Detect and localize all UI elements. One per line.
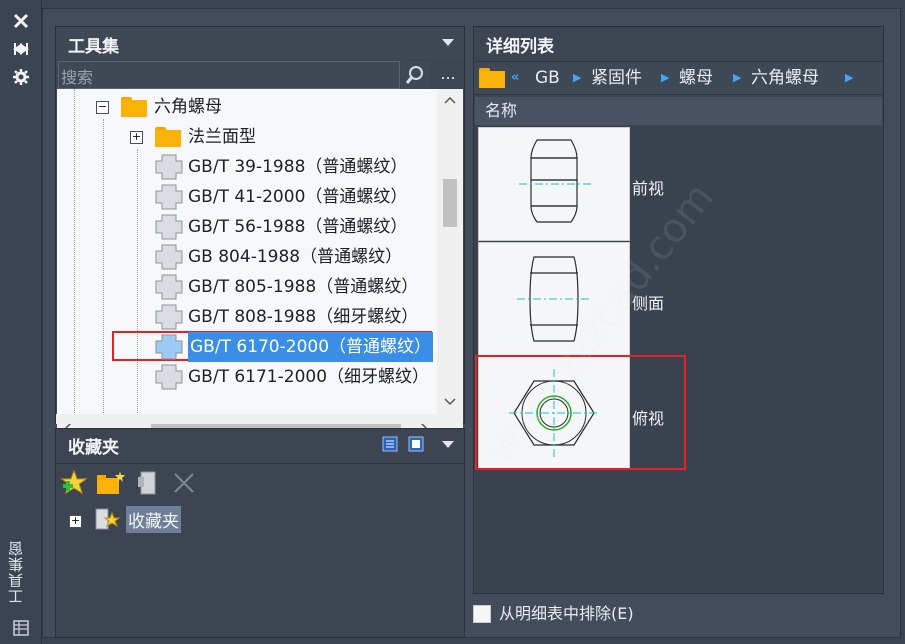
tree-tool-item[interactable] xyxy=(0,182,1,212)
preview-view-icon[interactable] xyxy=(408,436,424,452)
breadcrumb-item[interactable]: 六角螺母 xyxy=(751,62,819,94)
favorites-folder-icon xyxy=(95,508,121,530)
view-thumbnail-front[interactable] xyxy=(478,127,630,241)
bolt-tool-icon xyxy=(155,274,183,300)
folder-icon xyxy=(479,68,505,88)
tree-tool-item[interactable] xyxy=(0,152,1,182)
breadcrumb-item[interactable]: 螺母 xyxy=(679,62,713,94)
search-icon xyxy=(405,66,423,84)
folder-icon xyxy=(121,97,147,117)
scroll-up-icon xyxy=(444,96,456,104)
new-folder-icon[interactable] xyxy=(96,469,126,497)
palette-properties-icon[interactable] xyxy=(12,620,30,636)
bolt-tool-icon xyxy=(155,244,183,270)
pin-icon[interactable] xyxy=(12,40,30,58)
breadcrumb-separator-icon[interactable]: ▶ xyxy=(661,62,669,94)
exclude-label: 从明细表中排除(E) xyxy=(499,604,634,623)
tree-item-label[interactable]: GB/T 56-1988（普通螺纹） xyxy=(188,212,407,242)
tree-tool-item[interactable] xyxy=(0,242,1,272)
tree-folder-item[interactable] xyxy=(0,122,1,152)
bolt-tool-icon xyxy=(155,364,183,390)
palette-side-strip: 工具集窗 xyxy=(0,0,42,644)
bolt-tool-icon xyxy=(155,334,183,360)
breadcrumb-item[interactable]: 紧固件 xyxy=(591,62,642,94)
detail-list-title: 详细列表 xyxy=(486,37,554,57)
bolt-tool-icon xyxy=(155,214,183,240)
chevron-down-icon[interactable] xyxy=(442,39,454,46)
tool-palette-title: 工具集 xyxy=(68,37,119,57)
exclude-checkbox[interactable] xyxy=(473,605,491,623)
tree-item-label[interactable]: 法兰面型 xyxy=(188,122,256,152)
delete-source-icon[interactable] xyxy=(136,469,160,497)
favorites-header: 收藏夹 xyxy=(56,429,464,459)
tree-folder-item[interactable] xyxy=(0,92,1,122)
breadcrumb-separator-icon[interactable]: ▶ xyxy=(573,62,581,94)
favorites-tree-item[interactable]: 收藏夹 xyxy=(126,506,181,533)
tree-item-label[interactable]: GB/T 805-1988（普通螺纹） xyxy=(188,272,418,302)
search-input[interactable]: 搜索 xyxy=(58,61,400,89)
tree-item-label[interactable]: 六角螺母 xyxy=(154,92,222,122)
tree-tool-item[interactable] xyxy=(0,362,1,392)
close-icon[interactable] xyxy=(12,12,30,30)
favorites-title: 收藏夹 xyxy=(68,438,119,458)
favorites-expand-toggle[interactable]: + xyxy=(69,515,82,528)
vertical-scrollbar[interactable] xyxy=(437,89,463,415)
tree-item-label[interactable]: GB 804-1988（普通螺纹） xyxy=(188,242,402,272)
palette-window-title: 工具集窗 xyxy=(7,540,25,604)
favorites-panel: 收藏夹 + 收藏夹 xyxy=(55,428,465,638)
bolt-tool-icon xyxy=(155,184,183,210)
breadcrumb-item[interactable]: GB xyxy=(535,62,560,94)
detail-list-header: 详细列表 xyxy=(474,27,883,59)
tree-tool-item[interactable] xyxy=(0,302,1,332)
tree-tool-item[interactable] xyxy=(0,272,1,302)
tree-item-label[interactable]: GB/T 6171-2000（细牙螺纹） xyxy=(188,362,429,392)
breadcrumb: « GB ▶ 紧固件 ▶ 螺母 ▶ 六角螺母 ▶ xyxy=(475,61,882,95)
scroll-thumb xyxy=(443,179,457,227)
bolt-tool-icon xyxy=(155,304,183,330)
tree-item-label[interactable]: GB/T 6170-2000（普通螺纹） xyxy=(188,332,434,362)
tree-tool-item[interactable] xyxy=(0,212,1,242)
breadcrumb-separator-icon[interactable]: ▶ xyxy=(733,62,741,94)
breadcrumb-back-icon[interactable]: « xyxy=(511,62,519,94)
chevron-down-icon[interactable] xyxy=(442,441,454,448)
tree-expand-toggle[interactable]: − xyxy=(96,101,109,114)
list-view-icon[interactable] xyxy=(382,436,398,452)
bolt-tool-icon xyxy=(155,154,183,180)
column-header-name[interactable]: 名称 xyxy=(475,97,882,125)
tool-palette-header: 工具集 xyxy=(56,27,464,59)
scroll-down-icon xyxy=(444,398,456,406)
more-button[interactable]: ... xyxy=(434,61,462,89)
breadcrumb-separator-icon[interactable]: ▶ xyxy=(845,62,853,94)
view-label-front: 前视 xyxy=(632,179,665,198)
tree-clip xyxy=(56,414,436,424)
tree-item-label[interactable]: GB/T 808-1988（细牙螺纹） xyxy=(188,302,418,332)
tree-tool-item[interactable] xyxy=(0,332,1,362)
folder-icon xyxy=(155,127,181,147)
close-icon[interactable] xyxy=(172,471,196,495)
tree-item-label[interactable]: GB/T 39-1988（普通螺纹） xyxy=(188,152,407,182)
add-favorite-icon[interactable] xyxy=(60,469,88,497)
tree-item-label[interactable]: GB/T 41-2000（普通螺纹） xyxy=(188,182,407,212)
search-placeholder: 搜索 xyxy=(61,68,94,87)
search-button[interactable] xyxy=(401,61,429,89)
tree-expand-toggle[interactable]: + xyxy=(130,131,143,144)
gear-icon[interactable] xyxy=(12,68,30,86)
